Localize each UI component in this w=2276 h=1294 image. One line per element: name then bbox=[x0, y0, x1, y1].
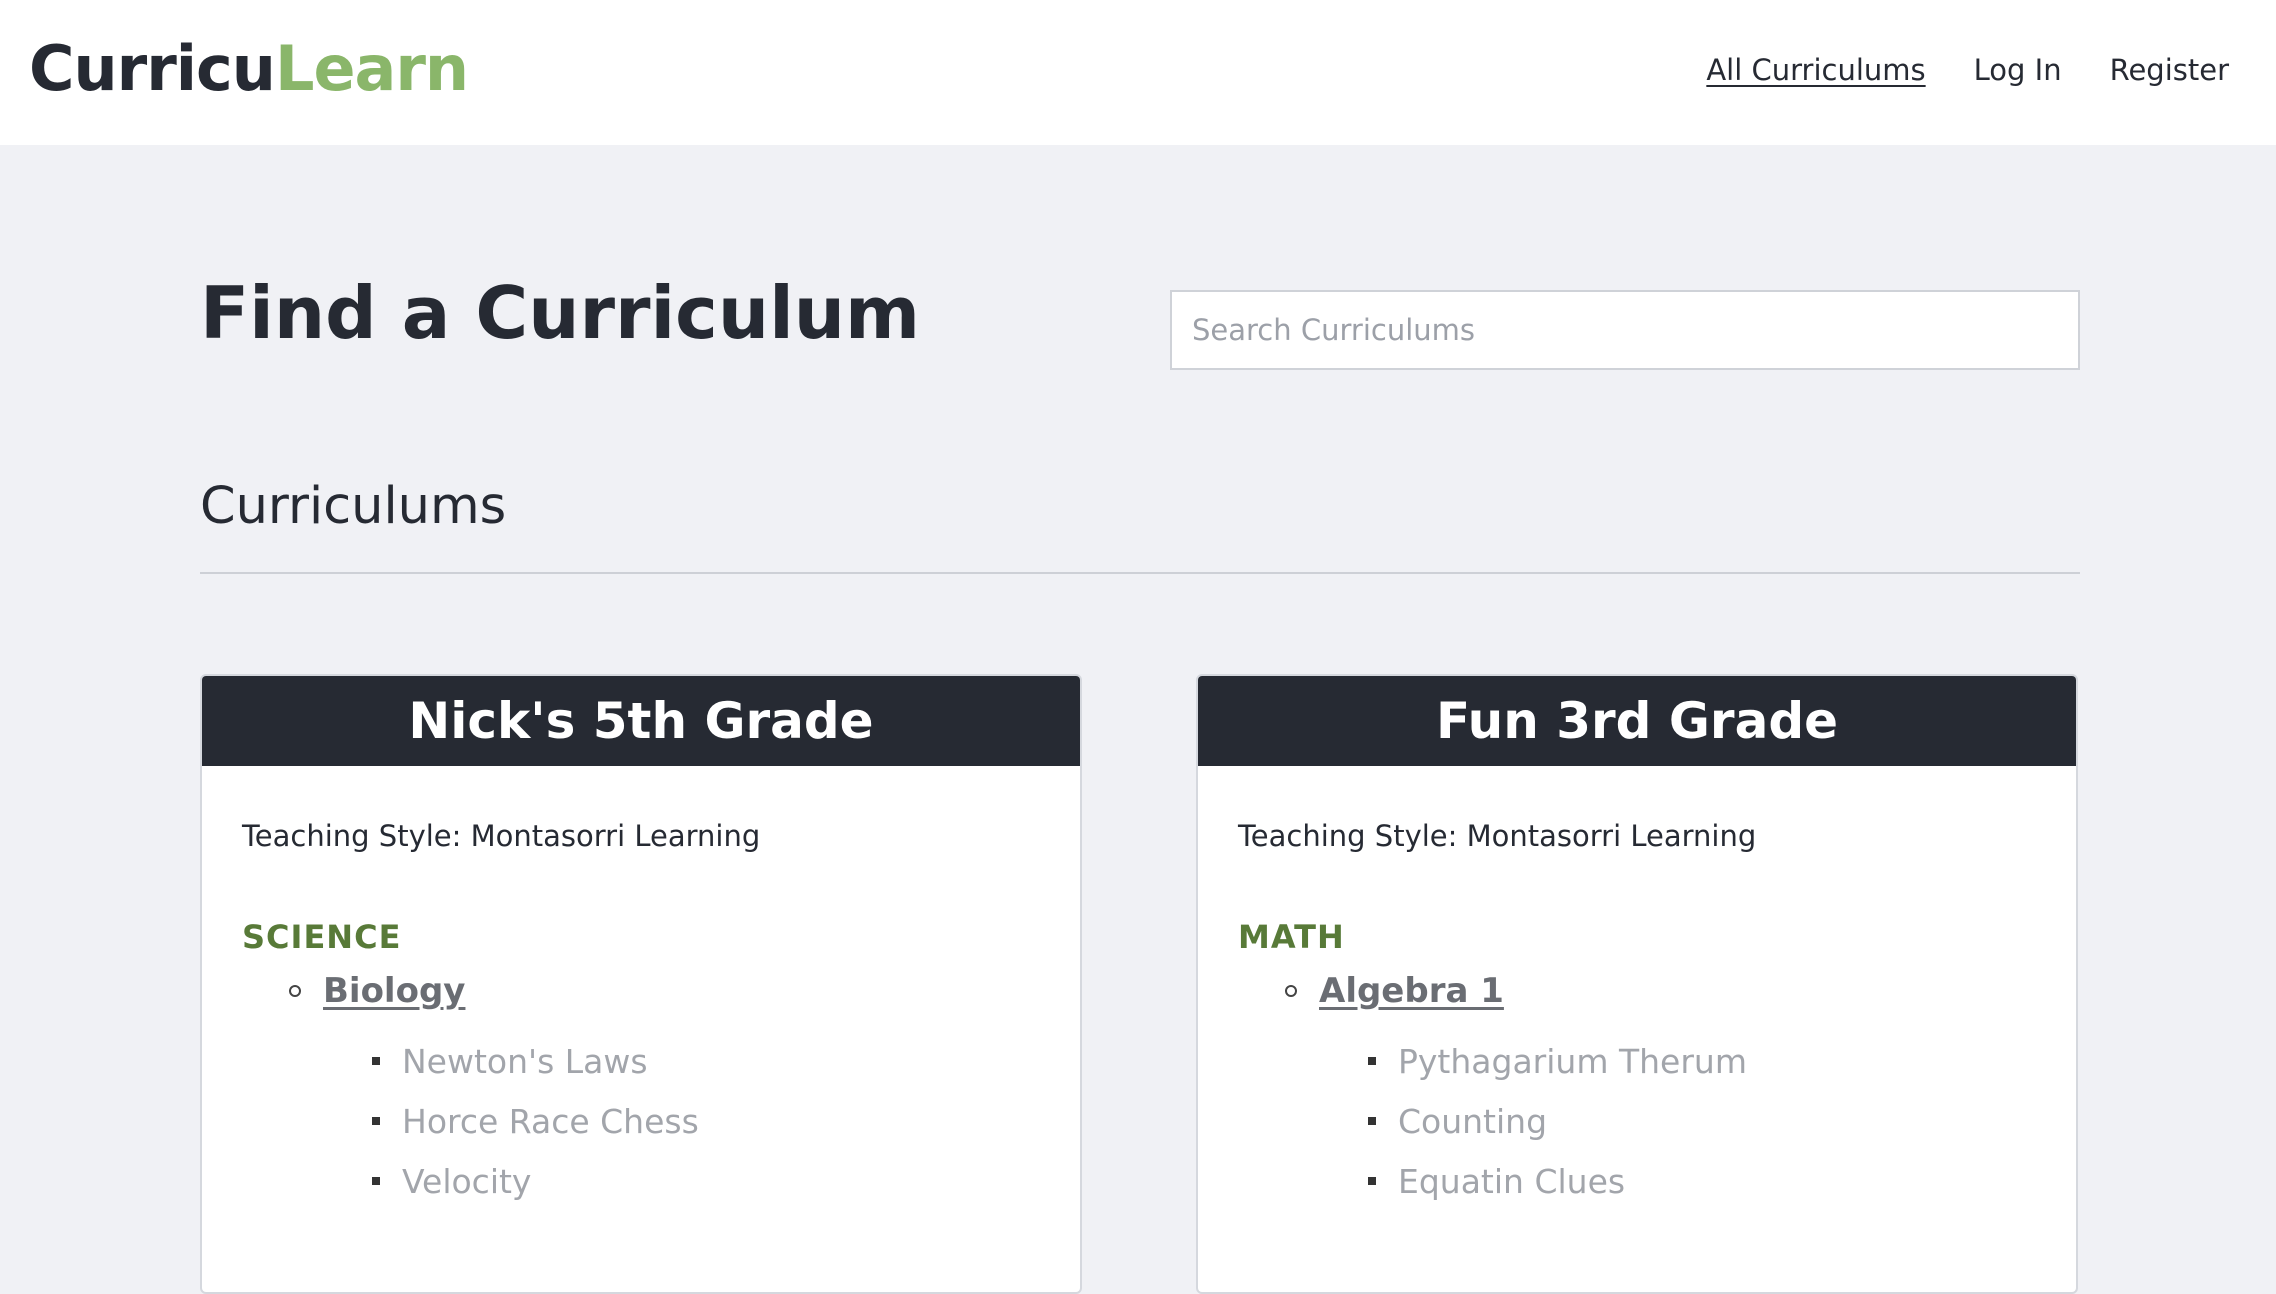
subject-heading: MATH bbox=[1238, 918, 1345, 956]
square-bullet-icon bbox=[1368, 1057, 1376, 1065]
lesson-item: Counting bbox=[1368, 1091, 1747, 1151]
lesson-item: Horce Race Chess bbox=[372, 1091, 699, 1151]
page-title: Find a Curriculum bbox=[200, 271, 921, 355]
course-link[interactable]: Biology bbox=[323, 968, 465, 1014]
square-bullet-icon bbox=[372, 1177, 380, 1185]
lesson-item: Equatin Clues bbox=[1368, 1151, 1747, 1211]
lesson-item: Velocity bbox=[372, 1151, 699, 1211]
lesson-label: Pythagarium Therum bbox=[1398, 1041, 1747, 1081]
section-heading: Curriculums bbox=[200, 477, 507, 536]
curriculum-card: Fun 3rd Grade Teaching Style: Montasorri… bbox=[1196, 674, 2078, 1294]
square-bullet-icon bbox=[1368, 1177, 1376, 1185]
lesson-label: Newton's Laws bbox=[402, 1041, 648, 1081]
lesson-label: Horce Race Chess bbox=[402, 1101, 699, 1141]
subject-heading: SCIENCE bbox=[242, 918, 402, 956]
course-item: Biology bbox=[289, 968, 465, 1014]
circle-bullet-icon bbox=[1285, 985, 1297, 997]
course-link[interactable]: Algebra 1 bbox=[1319, 968, 1504, 1014]
card-title[interactable]: Nick's 5th Grade bbox=[202, 676, 1080, 766]
lesson-label: Equatin Clues bbox=[1398, 1161, 1626, 1201]
lesson-label: Velocity bbox=[402, 1161, 532, 1201]
search-input[interactable] bbox=[1170, 290, 2080, 370]
square-bullet-icon bbox=[372, 1057, 380, 1065]
lesson-item: Newton's Laws bbox=[372, 1031, 699, 1091]
card-title[interactable]: Fun 3rd Grade bbox=[1198, 676, 2076, 766]
nav-all-curriculums[interactable]: All Curriculums bbox=[1706, 50, 1925, 90]
logo-part-learn: Learn bbox=[274, 32, 469, 105]
divider bbox=[200, 572, 2080, 574]
square-bullet-icon bbox=[1368, 1117, 1376, 1125]
lesson-list: Pythagarium Therum Counting Equatin Clue… bbox=[1368, 1031, 1747, 1211]
course-item: Algebra 1 bbox=[1285, 968, 1504, 1014]
curriculum-card: Nick's 5th Grade Teaching Style: Montaso… bbox=[200, 674, 1082, 1294]
logo-part-curricu: Curricu bbox=[29, 32, 276, 105]
lesson-list: Newton's Laws Horce Race Chess Velocity bbox=[372, 1031, 699, 1211]
square-bullet-icon bbox=[372, 1117, 380, 1125]
teaching-style: Teaching Style: Montasorri Learning bbox=[242, 819, 761, 853]
main-nav: All Curriculums Log In Register bbox=[1706, 50, 2229, 90]
logo[interactable]: CurricuLearn bbox=[29, 30, 469, 108]
nav-register[interactable]: Register bbox=[2110, 50, 2229, 90]
lesson-label: Counting bbox=[1398, 1101, 1548, 1141]
teaching-style: Teaching Style: Montasorri Learning bbox=[1238, 819, 1757, 853]
circle-bullet-icon bbox=[289, 985, 301, 997]
nav-log-in[interactable]: Log In bbox=[1974, 50, 2062, 90]
lesson-item: Pythagarium Therum bbox=[1368, 1031, 1747, 1091]
top-navbar: CurricuLearn All Curriculums Log In Regi… bbox=[0, 0, 2276, 145]
